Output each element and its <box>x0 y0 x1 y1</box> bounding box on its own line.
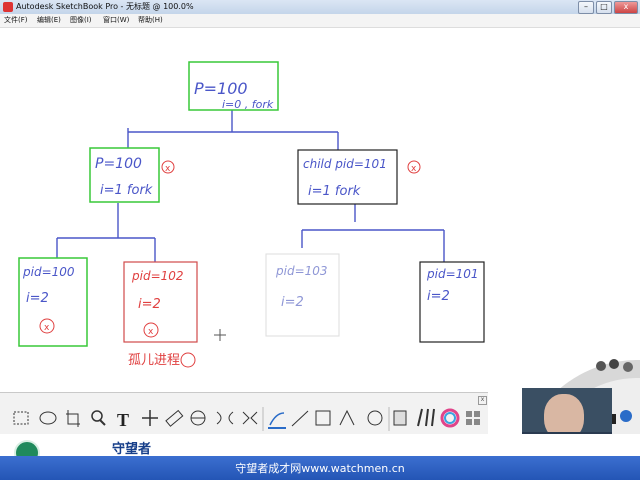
menu-edit[interactable]: 编辑(E) <box>37 15 61 26</box>
leaf1-x-glyph: x <box>44 323 50 333</box>
child-line2: i=1 fork <box>308 184 361 199</box>
help-icon[interactable] <box>620 410 632 422</box>
child-x-glyph: x <box>411 164 417 174</box>
orphan-x-mark <box>180 352 196 368</box>
branding-strip <box>0 434 640 456</box>
symmetry-y-icon[interactable] <box>242 411 258 425</box>
brand-name: 守望者 <box>112 442 152 457</box>
line-tool-icon[interactable] <box>291 410 309 427</box>
leaf1-line1: pid=100 <box>22 265 75 279</box>
maximize-button[interactable]: □ <box>596 1 612 14</box>
sketchbook-toolbar: x T <box>0 392 488 436</box>
layers-icon[interactable] <box>466 411 472 417</box>
child-line1: child pid=101 <box>303 157 387 171</box>
lasso-icon[interactable] <box>39 411 57 425</box>
window-title: Autodesk SketchBook Pro - 无标题 @ 100.0% <box>16 2 194 11</box>
select-rect-icon[interactable] <box>13 411 29 425</box>
text-tool-icon[interactable]: T <box>117 410 129 430</box>
crop-icon[interactable] <box>66 410 80 427</box>
sketchbook-app-icon <box>3 2 13 12</box>
parent-x-glyph: x <box>165 164 171 174</box>
crosshair-cursor-icon <box>214 329 226 341</box>
leaf4-line2: i=2 <box>427 289 450 304</box>
ruler-icon[interactable] <box>165 409 184 427</box>
orphan-note: 孤儿进程 <box>128 353 180 368</box>
leaf3-line2: i=2 <box>281 295 304 310</box>
rectangle-tool-icon[interactable] <box>315 410 331 426</box>
move-icon[interactable] <box>142 410 158 426</box>
lagoon-pen-icon[interactable] <box>609 359 619 369</box>
lagoon-marker-icon[interactable] <box>623 362 633 372</box>
leaf2-line2: i=2 <box>138 297 161 312</box>
menu-window[interactable]: 窗口(W) <box>103 15 129 26</box>
close-button[interactable]: x <box>614 1 638 14</box>
root-line2: i=0 , fork <box>222 98 274 111</box>
footer-bar: 守望者成才网www.watchmen.cn <box>0 456 640 480</box>
parent-line2: i=1 fork <box>100 183 153 198</box>
polyline-tool-icon[interactable] <box>339 409 355 426</box>
leaf2-line1: pid=102 <box>131 269 184 283</box>
menu-image[interactable]: 图像(I) <box>70 15 92 26</box>
pencil-tool-icon[interactable] <box>269 412 285 426</box>
ellipse-tool-icon[interactable] <box>367 410 383 426</box>
footer-text: 守望者成才网www.watchmen.cn <box>235 462 405 475</box>
minimize-button[interactable]: – <box>578 1 594 14</box>
root-line1: P=100 <box>194 79 248 98</box>
stamp-icon[interactable] <box>393 410 407 426</box>
parent-line1: P=100 <box>95 156 142 172</box>
leaf3-line1: pid=103 <box>275 264 328 278</box>
symmetry-x-icon[interactable] <box>216 411 234 425</box>
leaf2-x-glyph: x <box>148 327 154 337</box>
lagoon-brush-icon[interactable] <box>596 361 606 371</box>
menu-bar: 文件(F) 编辑(E) 图像(I) 窗口(W) 帮助(H) <box>0 14 640 28</box>
menu-help[interactable]: 帮助(H) <box>138 15 163 26</box>
brushes-icon[interactable] <box>417 408 435 427</box>
toolbar-icons: T <box>13 407 480 431</box>
leaf1-line2: i=2 <box>26 291 49 306</box>
title-bar: Autodesk SketchBook Pro - 无标题 @ 100.0% –… <box>0 0 640 15</box>
drawing-canvas[interactable]: P=100 i=0 , fork P=100 i=1 fork x child … <box>0 27 640 392</box>
leaf4-line1: pid=101 <box>426 267 479 281</box>
menu-file[interactable]: 文件(F) <box>4 15 28 26</box>
